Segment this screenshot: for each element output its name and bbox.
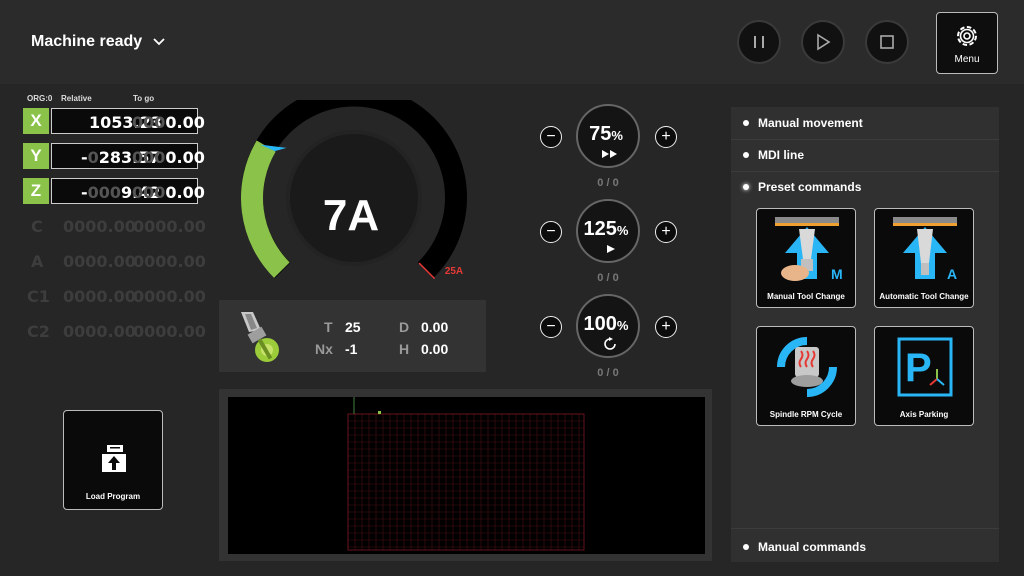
bullet-icon [743, 152, 749, 158]
axis-badge: X [23, 108, 49, 134]
gear-icon [957, 26, 977, 46]
spindle-override-display: 100% [576, 294, 640, 358]
menu-button[interactable]: Menu [936, 12, 998, 74]
spindle-override-counter: 0 / 0 [597, 367, 619, 379]
fast-forward-icon [602, 150, 617, 158]
tool-nx-label: Nx [315, 341, 333, 357]
axis-values: 1053.23 0000.00 [51, 108, 205, 134]
tool-holder-icon [241, 312, 279, 362]
tool-d-value: 0.00 [421, 319, 449, 335]
automatic-tool-change-label: Automatic Tool Change [879, 292, 969, 301]
tool-t-value: 25 [345, 319, 361, 335]
gauge-value: 7A [323, 191, 379, 240]
togo-value: 0.00 [165, 183, 205, 202]
feed-override-counter: 0 / 0 [597, 177, 619, 189]
machine-status-dropdown[interactable]: Machine ready [31, 33, 166, 51]
rapid-override-value: 125 [583, 218, 617, 240]
machine-status-label: Machine ready [31, 33, 143, 50]
axis-parking-label: Axis Parking [899, 410, 949, 419]
tool-t-label: T [324, 319, 333, 335]
axis-values: -0009.42 0000.00 [51, 178, 205, 204]
org-label: ORG:0 [27, 94, 53, 103]
spindle-override-increase-button[interactable]: + [655, 316, 677, 338]
axis-row-c1: C1 0000.00 0000.00 [27, 287, 206, 306]
togo-value: 0.00 [165, 148, 205, 167]
feed-override-decrease-button[interactable]: − [540, 126, 562, 148]
play-small-icon [607, 245, 615, 253]
svg-text:M: M [831, 266, 843, 282]
manual-tool-change-label: Manual Tool Change [767, 292, 845, 301]
axis-row-c2: C2 0000.00 0000.00 [27, 322, 206, 341]
rapid-override-counter: 0 / 0 [597, 272, 619, 284]
gauge-max-label: 25A [445, 266, 463, 277]
gauge-fill [241, 140, 290, 278]
axis-row-z[interactable]: Z -0009.42 0000.00 [23, 178, 205, 204]
manual-tool-change-icon: M [775, 217, 843, 282]
rapid-override-increase-button[interactable]: + [655, 221, 677, 243]
axis-row-c: C 0000.00 0000.00 [31, 217, 206, 236]
axis-values: -0283.57 0000.00 [51, 143, 205, 169]
spindle-load-gauge: 7A 25A [241, 100, 467, 280]
automatic-tool-change-icon: A [893, 217, 957, 282]
work-area-border [347, 413, 585, 551]
togo-header: To go [133, 94, 155, 103]
automatic-tool-change-button[interactable]: A Automatic Tool Change [874, 208, 974, 308]
bullet-icon [743, 120, 749, 126]
stop-button[interactable] [865, 20, 909, 64]
axis-row-x[interactable]: X 1053.23 0000.00 [23, 108, 205, 134]
manual-movement-item[interactable]: Manual movement [743, 116, 863, 130]
menu-label: Menu [954, 54, 980, 65]
tool-h-label: H [399, 341, 410, 357]
spindle-override-decrease-button[interactable]: − [540, 316, 562, 338]
preset-commands-item[interactable]: Preset commands [743, 180, 861, 194]
play-icon [817, 33, 831, 51]
tool-nx-value: -1 [345, 341, 358, 357]
bullet-icon [743, 184, 749, 190]
manual-commands-item[interactable]: Manual commands [743, 540, 866, 554]
axis-row-a: A 0000.00 0000.00 [31, 252, 206, 271]
svg-text:P: P [905, 346, 932, 390]
bullet-icon [743, 544, 749, 550]
grid-lines [347, 413, 584, 550]
load-program-label: Load Program [85, 492, 141, 501]
axis-badge: Y [23, 143, 49, 169]
togo-value: 0.00 [165, 113, 205, 132]
work-area-grid [347, 397, 585, 551]
axis-parking-button[interactable]: P Axis Parking [874, 326, 974, 426]
svg-text:A: A [947, 266, 957, 282]
tool-position-marker [378, 411, 381, 414]
feed-override-value: 75 [589, 123, 612, 145]
stop-icon [880, 35, 894, 49]
spindle-override-value: 100 [583, 313, 617, 335]
relative-header: Relative [61, 94, 92, 103]
feed-override-increase-button[interactable]: + [655, 126, 677, 148]
axis-parking-icon: P [897, 337, 953, 397]
spindle-rpm-cycle-button[interactable]: Spindle RPM Cycle [756, 326, 856, 426]
feed-override-display: 75% [576, 104, 640, 168]
command-panel: Manual movement MDI line Preset commands… [731, 107, 999, 562]
pause-button[interactable] [737, 20, 781, 64]
spindle-rpm-cycle-icon [777, 337, 837, 397]
tool-d-label: D [399, 319, 410, 335]
load-program-button[interactable]: Load Program [63, 410, 163, 510]
mdi-line-item[interactable]: MDI line [743, 148, 804, 162]
axis-row-y[interactable]: Y -0283.57 0000.00 [23, 143, 205, 169]
spindle-rotate-icon [604, 337, 616, 350]
tool-h-value: 0.00 [421, 341, 449, 357]
rapid-override-display: 125% [576, 199, 640, 263]
spindle-rpm-cycle-label: Spindle RPM Cycle [769, 410, 843, 419]
pause-icon [754, 36, 764, 48]
toolpath-preview[interactable] [228, 397, 705, 554]
tool-info-panel: T 25 Nx -1 D 0.00 H 0.00 [219, 300, 486, 372]
load-program-icon [102, 445, 126, 472]
manual-tool-change-button[interactable]: M Manual Tool Change [756, 208, 856, 308]
axis-badge: Z [23, 178, 49, 204]
play-button[interactable] [801, 20, 845, 64]
chevron-down-icon [153, 38, 165, 46]
rapid-override-decrease-button[interactable]: − [540, 221, 562, 243]
